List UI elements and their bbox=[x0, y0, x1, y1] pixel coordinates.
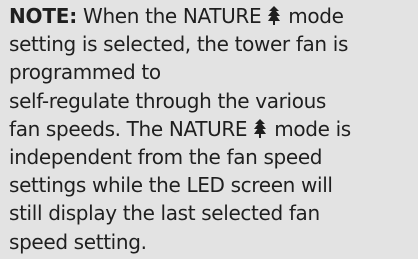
note-line-7: settings while the LED screen will bbox=[9, 173, 333, 198]
note-line-8: still display the last selected fan bbox=[9, 201, 320, 226]
note-line-1-text-a: When the NATURE bbox=[77, 4, 262, 28]
note-box: NOTE: When the NATURE mode setting is se… bbox=[0, 0, 418, 259]
note-line-1-text-b: mode bbox=[282, 4, 344, 28]
note-label: NOTE: bbox=[9, 4, 78, 28]
note-line-3: programmed to bbox=[9, 60, 161, 85]
note-line-6: independent from the fan speed bbox=[9, 145, 323, 170]
note-line-5-text-a: fan speeds. The NATURE bbox=[9, 116, 248, 141]
note-line-9: speed setting. bbox=[9, 229, 147, 254]
tree-icon bbox=[268, 6, 281, 25]
note-line-4: self-regulate through the various bbox=[9, 88, 326, 113]
tree-icon bbox=[254, 118, 267, 138]
note-line-5: fan speeds. The NATURE mode is bbox=[9, 115, 418, 143]
note-line-5-text-b: mode is bbox=[268, 116, 351, 141]
note-line-2: setting is selected, the tower fan is bbox=[9, 32, 349, 57]
note-line-1: NOTE: When the NATURE mode bbox=[9, 2, 418, 30]
